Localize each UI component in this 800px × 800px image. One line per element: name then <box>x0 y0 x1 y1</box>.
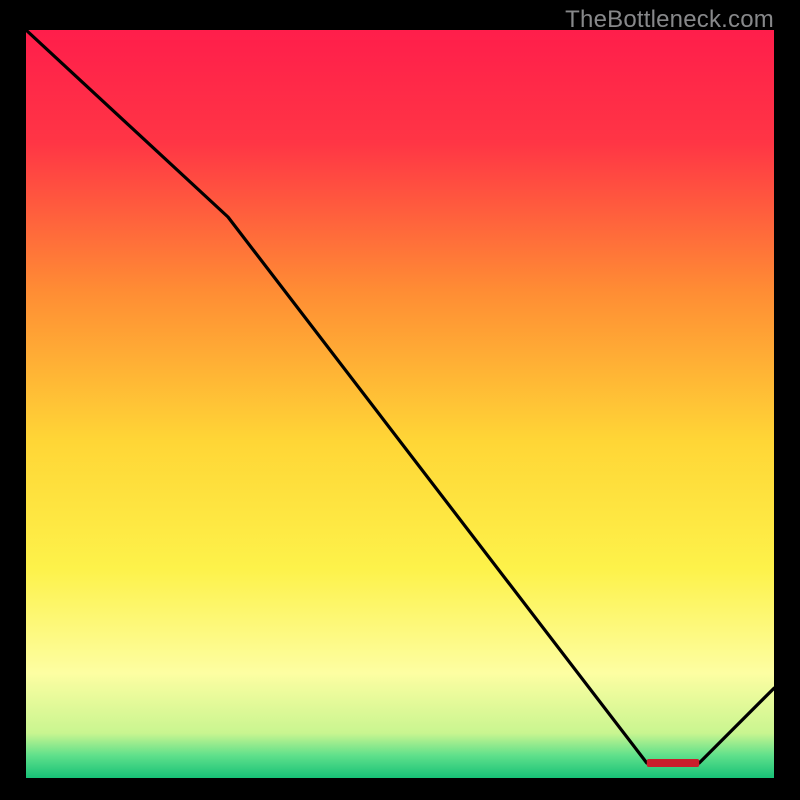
bottleneck-chart <box>26 30 774 778</box>
optimal-range-marker <box>647 759 699 767</box>
gradient-background <box>26 30 774 778</box>
chart-frame <box>26 30 774 778</box>
